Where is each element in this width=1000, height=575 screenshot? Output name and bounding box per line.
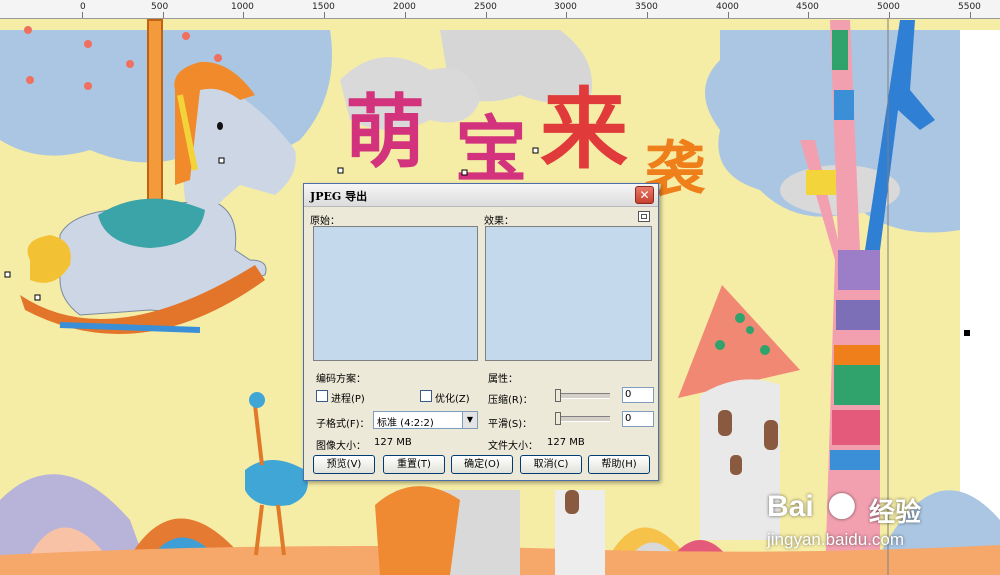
chevron-down-icon[interactable]: ▼ (462, 412, 477, 428)
reset-button[interactable]: 重置(T) (383, 455, 445, 474)
compression-input[interactable]: 0 (622, 387, 654, 403)
close-button[interactable]: ✕ (635, 186, 654, 204)
ruler-label: 3500 (635, 2, 658, 12)
help-button[interactable]: 帮助(H) (588, 455, 650, 474)
original-label: 原始： (310, 216, 340, 227)
subformat-select[interactable]: 标准 (4:2:2) ▼ (373, 411, 478, 429)
smoothing-slider-thumb[interactable] (555, 412, 561, 425)
smoothing-input[interactable]: 0 (622, 411, 654, 427)
ruler-label: 3000 (554, 2, 577, 12)
watermark-brand-right: 经验 (869, 498, 922, 528)
result-label: 效果： (484, 216, 514, 227)
ruler-label: 2000 (393, 2, 416, 12)
dialog-title: JPEG 导出 (310, 190, 368, 203)
smoothing-slider[interactable] (555, 412, 610, 425)
image-size-label: 图像大小： (316, 441, 366, 452)
ruler-label: 1000 (231, 2, 254, 12)
preview-button[interactable]: 预览(V) (313, 455, 375, 474)
ruler-label: 5500 (958, 2, 981, 12)
compression-label: 压缩(R)： (488, 395, 533, 406)
ruler-label: 4500 (796, 2, 819, 12)
title-char-2: 宝 (455, 108, 527, 192)
subformat-label: 子格式(F)： (316, 419, 370, 430)
ruler-label: 5000 (877, 2, 900, 12)
encoding-label: 编码方案： (316, 374, 366, 385)
progressive-checkbox[interactable] (316, 390, 328, 402)
watermark-brand-left: Bai (767, 490, 814, 523)
properties-label: 属性： (488, 374, 518, 385)
ruler-label: 0 (80, 2, 86, 12)
ruler-label: 1500 (312, 2, 335, 12)
title-char-1: 萌 (345, 86, 425, 179)
image-size-value: 127 MB (374, 437, 412, 448)
ruler-label: 500 (151, 2, 169, 12)
paw-icon: ● (827, 484, 857, 524)
file-size-value: 127 MB (547, 437, 585, 448)
ok-button[interactable]: 确定(O) (451, 455, 513, 474)
subformat-value: 标准 (4:2:2) (377, 418, 434, 429)
baidu-watermark: Bai ● 经验 jingyan.baidu.com (765, 478, 965, 558)
preview-toggle-icon[interactable] (638, 211, 650, 222)
original-preview-pane[interactable] (313, 226, 478, 361)
close-icon: ✕ (639, 188, 650, 202)
result-preview-pane[interactable] (485, 226, 652, 361)
compression-slider-thumb[interactable] (555, 389, 561, 402)
jpeg-export-dialog: JPEG 导出 ✕ 原始： 效果： 编码方案： 属性： 进程(P) 优化(Z) … (303, 183, 659, 481)
optimize-label: 优化(Z) (435, 394, 470, 405)
cancel-button[interactable]: 取消(C) (520, 455, 582, 474)
ruler-label: 2500 (474, 2, 497, 12)
horizontal-ruler[interactable]: 0 500 1000 1500 2000 2500 3000 3500 4000 4500 5000… (0, 0, 1000, 19)
file-size-label: 文件大小： (488, 441, 538, 452)
title-char-3: 来 (540, 78, 628, 181)
progressive-label: 进程(P) (331, 394, 365, 405)
smoothing-label: 平滑(S)： (488, 419, 533, 430)
ruler-label: 4000 (716, 2, 739, 12)
optimize-checkbox[interactable] (420, 390, 432, 402)
dialog-titlebar[interactable]: JPEG 导出 ✕ (304, 184, 658, 207)
watermark-url: jingyan.baidu.com (767, 530, 905, 549)
compression-slider[interactable] (555, 389, 610, 402)
